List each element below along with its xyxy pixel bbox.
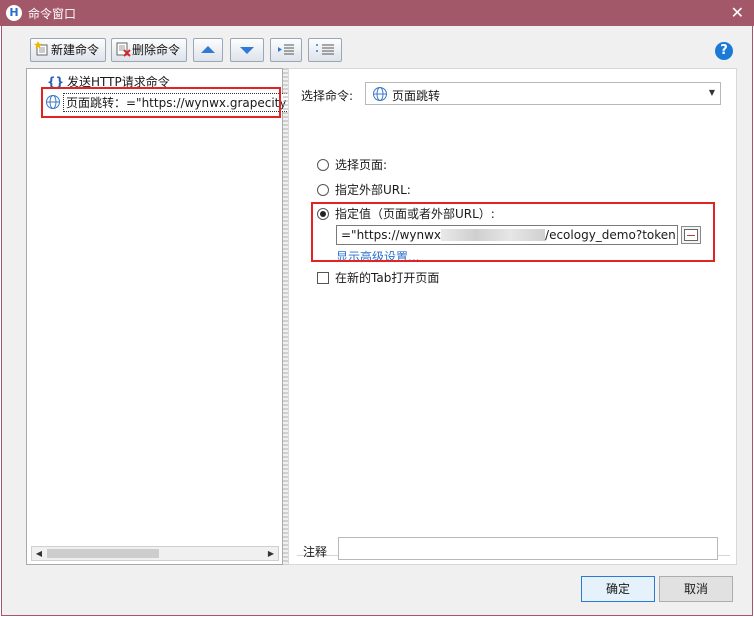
globe-icon (373, 87, 387, 101)
scroll-right-icon[interactable]: ▶ (264, 547, 278, 560)
note-input[interactable] (338, 537, 718, 560)
arrow-up-icon (201, 46, 215, 53)
open-new-tab-option[interactable]: 在新的Tab打开页面 (317, 269, 439, 286)
scroll-left-icon[interactable]: ◀ (32, 547, 46, 560)
arrow-down-icon (240, 47, 254, 54)
move-down-button[interactable] (230, 38, 264, 62)
help-icon[interactable]: ? (715, 42, 733, 60)
chevron-down-icon: ▼ (708, 88, 715, 97)
annotation-highlight-right (311, 202, 715, 262)
annotation-highlight-left (41, 87, 281, 118)
radio-label: 指定外部URL: (335, 183, 411, 197)
indent-button[interactable] (270, 38, 302, 62)
close-icon[interactable]: ✕ (731, 3, 744, 22)
radio-external-url[interactable]: 指定外部URL: (317, 181, 411, 198)
delete-command-button[interactable]: 删除命令 (111, 38, 187, 62)
ok-button[interactable]: 确定 (581, 576, 655, 602)
command-tree: {} 发送HTTP请求命令 页面跳转：="https://wynwx.grapec… (26, 68, 290, 565)
new-command-label: 新建命令 (51, 43, 100, 57)
cancel-button[interactable]: 取消 (659, 576, 733, 602)
command-select[interactable]: 页面跳转 ▼ (365, 82, 721, 105)
radio-button[interactable] (317, 184, 329, 196)
new-command-icon (34, 41, 50, 57)
horizontal-scrollbar[interactable]: ◀ ▶ (31, 546, 279, 561)
checkbox-label: 在新的Tab打开页面 (335, 271, 440, 285)
note-label: 注释 (303, 545, 328, 559)
outdent-button[interactable] (308, 38, 342, 62)
radio-button[interactable] (317, 159, 329, 171)
scrollbar-thumb[interactable] (47, 549, 159, 558)
open-new-tab-checkbox[interactable] (317, 272, 329, 284)
window-title: 命令窗口 (28, 7, 77, 21)
radio-select-page[interactable]: 选择页面: (317, 156, 387, 173)
title-bar: H 命令窗口 ✕ (0, 0, 754, 26)
delete-command-label: 删除命令 (132, 43, 181, 57)
new-command-button[interactable]: 新建命令 (30, 38, 106, 62)
app-logo-icon: H (6, 5, 22, 21)
radio-label: 选择页面: (335, 158, 388, 172)
move-up-button[interactable] (193, 38, 223, 62)
command-select-value: 页面跳转 (392, 89, 441, 103)
indent-icon (278, 44, 294, 55)
dialog-body: 新建命令 删除命令 ? {} 发送HTTP请求命令 页面跳转：="https://… (1, 26, 753, 616)
outdent-icon (316, 44, 334, 55)
command-settings: 选择命令: 页面跳转 ▼ 选择页面: 指定外部URL: 指定值（页面或者外部UR… (288, 68, 737, 565)
delete-command-icon (115, 41, 131, 57)
command-select-label: 选择命令: (301, 89, 354, 103)
